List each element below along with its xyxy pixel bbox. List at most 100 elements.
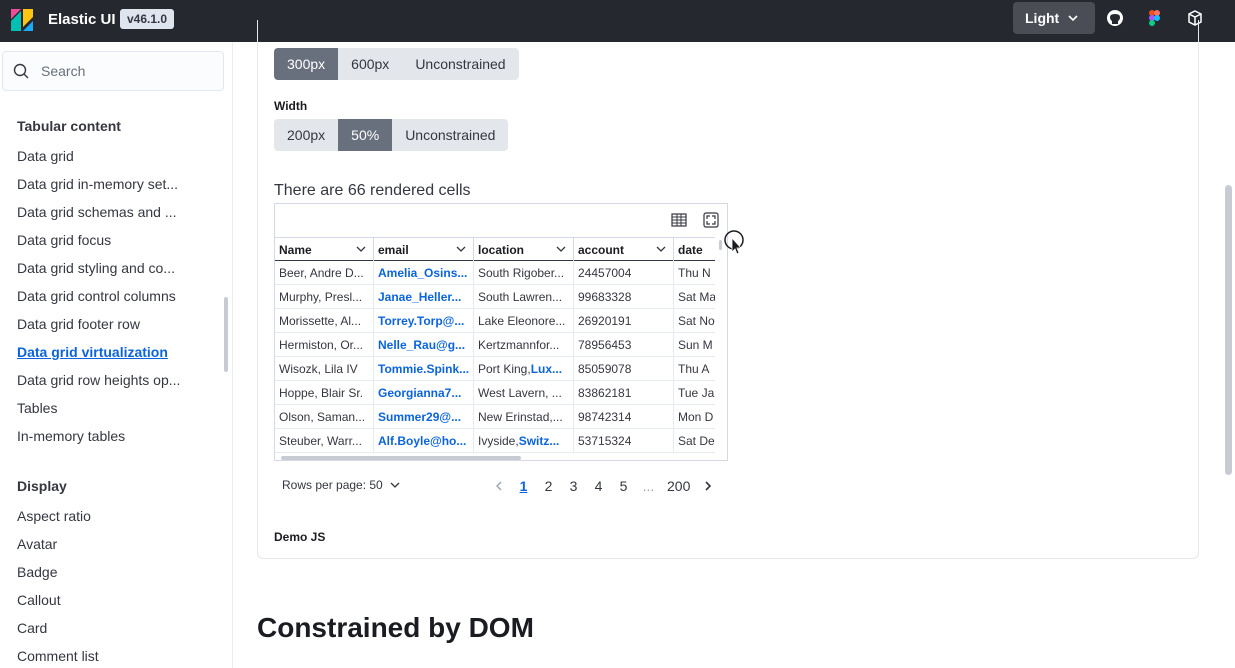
cell-account[interactable]: 26920191 (574, 309, 674, 332)
cell-account[interactable]: 83862181 (574, 381, 674, 404)
cell-email[interactable]: Alf.Boyle@ho... (374, 429, 474, 452)
email-link[interactable]: Torrey.Torp@... (378, 314, 464, 328)
sidebar-item-aspect-ratio[interactable]: Aspect ratio (17, 508, 91, 524)
rows-per-page-button[interactable]: Rows per page: 50 (282, 478, 401, 492)
cell-date[interactable]: Thu N (674, 261, 715, 284)
page-1[interactable]: 1 (511, 478, 536, 494)
height-option-300px[interactable]: 300px (274, 48, 339, 80)
column-header-label: email (378, 242, 409, 257)
cell-date[interactable]: Sun M (674, 333, 715, 356)
page-200[interactable]: 200 (661, 478, 696, 494)
cell-email[interactable]: Amelia_Osins... (374, 261, 474, 284)
cell-email[interactable]: Summer29@... (374, 405, 474, 428)
cell-name[interactable]: Steuber, Warr... (275, 429, 374, 452)
cell-date[interactable]: Mon D (674, 405, 715, 428)
column-header-name[interactable]: Name (275, 238, 374, 261)
width-option-200px[interactable]: 200px (274, 119, 339, 151)
cell-name[interactable]: Wisozk, Lila IV (275, 357, 374, 380)
cell-location[interactable]: Ivyside, Switz... (474, 429, 574, 452)
sidebar-item-data-grid-styling[interactable]: Data grid styling and co... (17, 260, 175, 276)
email-link[interactable]: Alf.Boyle@ho... (378, 434, 466, 448)
email-link[interactable]: Georgianna7... (378, 386, 461, 400)
sidebar-item-data-grid-focus[interactable]: Data grid focus (17, 232, 111, 248)
chevron-right-icon[interactable] (702, 480, 714, 492)
fullscreen-icon[interactable] (702, 211, 720, 229)
width-option-50-percent[interactable]: 50% (338, 119, 393, 151)
height-option-unconstrained[interactable]: Unconstrained (402, 48, 519, 80)
cell-date[interactable]: Tue Ja (674, 381, 715, 404)
location-link[interactable]: Switz... (519, 434, 560, 448)
email-link[interactable]: Amelia_Osins... (378, 266, 467, 280)
chevron-left-icon[interactable] (493, 480, 505, 492)
sidebar-item-badge[interactable]: Badge (17, 564, 57, 580)
sidebar-item-comment-list[interactable]: Comment list (17, 648, 99, 664)
page-2[interactable]: 2 (536, 478, 561, 494)
email-link[interactable]: Summer29@... (378, 410, 461, 424)
location-link[interactable]: Lux... (531, 362, 562, 376)
cell-date[interactable]: Sat No (674, 309, 715, 332)
sidebar-item-callout[interactable]: Callout (17, 592, 61, 608)
column-header-account[interactable]: account (574, 238, 674, 261)
width-option-unconstrained[interactable]: Unconstrained (392, 119, 509, 151)
page-3[interactable]: 3 (561, 478, 586, 494)
column-header-label: date (678, 242, 703, 257)
cell-name[interactable]: Hoppe, Blair Sr. (275, 381, 374, 404)
sidebar-item-data-grid-schemas[interactable]: Data grid schemas and ... (17, 204, 177, 220)
cell-account[interactable]: 78956453 (574, 333, 674, 356)
sidebar-item-data-grid-row-heights[interactable]: Data grid row heights op... (17, 372, 180, 388)
page-5[interactable]: 5 (611, 478, 636, 494)
cell-name[interactable]: Hermiston, Or... (275, 333, 374, 356)
sidebar-item-data-grid-footer-row[interactable]: Data grid footer row (17, 316, 140, 332)
demo-js-tab[interactable]: Demo JS (274, 530, 325, 544)
page-4[interactable]: 4 (586, 478, 611, 494)
grid-horizontal-scrollbar[interactable] (281, 456, 521, 460)
cell-location[interactable]: New Erinstad,... (474, 405, 574, 428)
cell-email[interactable]: Georgianna7... (374, 381, 474, 404)
cell-date[interactable]: Sat Ma (674, 285, 715, 308)
display-options-icon[interactable] (670, 211, 688, 229)
cell-account[interactable]: 24457004 (574, 261, 674, 284)
cell-email[interactable]: Tommie.Spink... (374, 357, 474, 380)
brand-name[interactable]: Elastic UI (48, 11, 116, 28)
sidebar-item-in-memory-tables[interactable]: In-memory tables (17, 428, 125, 444)
cell-account[interactable]: 85059078 (574, 357, 674, 380)
sidebar-item-data-grid-in-memory[interactable]: Data grid in-memory set... (17, 176, 178, 192)
search-input[interactable]: Search (2, 51, 224, 91)
cell-name[interactable]: Olson, Saman... (275, 405, 374, 428)
cell-location[interactable]: Kertzmannfor... (474, 333, 574, 356)
cell-location[interactable]: South Rigober... (474, 261, 574, 284)
cell-location[interactable]: Lake Eleonore... (474, 309, 574, 332)
cell-email[interactable]: Nelle_Rau@g... (374, 333, 474, 356)
column-header-location[interactable]: location (474, 238, 574, 261)
sidebar-item-data-grid-virtualization[interactable]: Data grid virtualization (17, 344, 168, 360)
email-link[interactable]: Tommie.Spink... (378, 362, 469, 376)
sidebar-item-avatar[interactable]: Avatar (17, 536, 57, 552)
cell-name[interactable]: Murphy, Presl... (275, 285, 374, 308)
cell-date[interactable]: Thu A (674, 357, 715, 380)
cell-account[interactable]: 98742314 (574, 405, 674, 428)
sidebar-item-data-grid[interactable]: Data grid (17, 148, 74, 164)
cell-account[interactable]: 99683328 (574, 285, 674, 308)
column-header-email[interactable]: email (374, 238, 474, 261)
email-link[interactable]: Nelle_Rau@g... (378, 338, 465, 352)
sidebar-item-card[interactable]: Card (17, 620, 47, 636)
cell-location[interactable]: South Lawren... (474, 285, 574, 308)
email-link[interactable]: Janae_Heller... (378, 290, 461, 304)
cell-name[interactable]: Beer, Andre D... (275, 261, 374, 284)
cell-email[interactable]: Janae_Heller... (374, 285, 474, 308)
cell-location[interactable]: Port King, Lux... (474, 357, 574, 380)
page-scrollbar[interactable] (1225, 185, 1232, 475)
column-header-date[interactable]: date (674, 238, 715, 261)
cell-account[interactable]: 53715324 (574, 429, 674, 452)
sidebar-item-tables[interactable]: Tables (17, 400, 57, 416)
sidebar-item-data-grid-control-columns[interactable]: Data grid control columns (17, 288, 176, 304)
location-text: Lake Eleonore... (478, 313, 566, 328)
cell-name[interactable]: Morissette, Al... (275, 309, 374, 332)
height-option-600px[interactable]: 600px (338, 48, 403, 80)
elastic-logo-icon[interactable] (9, 7, 35, 33)
cell-location[interactable]: West Lavern, ... (474, 381, 574, 404)
cell-date[interactable]: Sat De (674, 429, 715, 452)
table-row: Murphy, Presl... Janae_Heller... South L… (275, 285, 715, 309)
sidebar-scrollbar[interactable] (224, 297, 228, 372)
cell-email[interactable]: Torrey.Torp@... (374, 309, 474, 332)
